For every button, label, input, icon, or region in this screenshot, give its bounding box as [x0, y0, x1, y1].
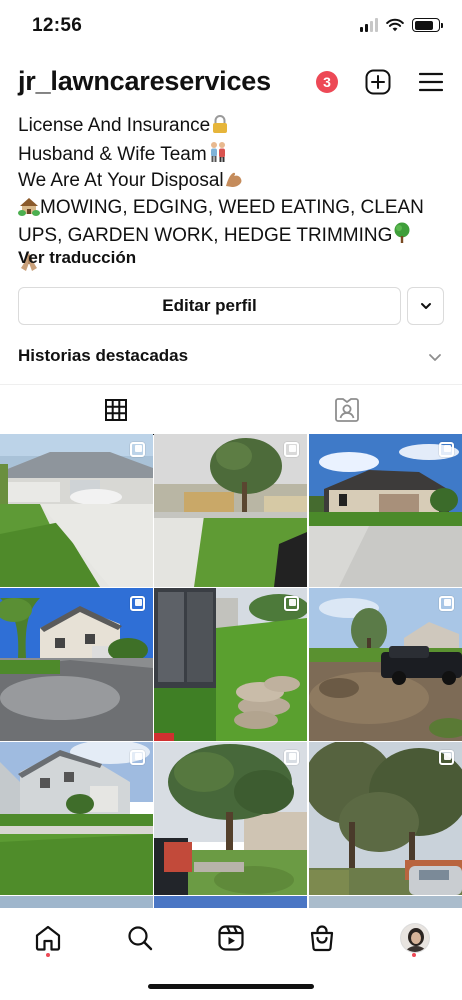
signal-icon [360, 18, 378, 32]
multiple-images-icon [130, 596, 145, 611]
nav-profile[interactable] [395, 918, 435, 958]
bio-line-license: License And Insurance [18, 115, 211, 136]
see-translation-link[interactable]: Ver traducción [18, 248, 136, 268]
profile-avatar [400, 923, 430, 953]
post-thumbnail[interactable] [0, 896, 153, 908]
profile-tabs [0, 384, 462, 435]
reels-icon [218, 925, 244, 951]
tagged-icon [334, 398, 359, 422]
post-thumbnail[interactable] [0, 434, 153, 587]
multiple-images-icon [284, 442, 299, 457]
status-time: 12:56 [32, 15, 83, 36]
multiple-images-icon [130, 442, 145, 457]
tab-tagged[interactable] [231, 385, 462, 435]
post-thumbnail[interactable] [154, 588, 307, 741]
post-thumbnail[interactable] [154, 434, 307, 587]
bio-line-services-1: MOWING, EDGING, WEED EATING, CLEAN [40, 196, 424, 218]
post-thumbnail[interactable] [0, 742, 153, 895]
house-garden-icon [18, 196, 40, 223]
shop-icon [310, 925, 334, 952]
bio-line-team: Husband & Wife Team [18, 143, 207, 165]
flexed-arm-icon [224, 169, 246, 196]
home-indicator [148, 984, 314, 989]
chevron-down-icon [429, 354, 441, 361]
suggested-accounts-button[interactable] [407, 287, 444, 325]
posts-grid [0, 434, 462, 908]
story-highlights-title[interactable]: Historias destacadas [18, 346, 188, 366]
nav-search[interactable] [120, 918, 160, 958]
highlights-toggle[interactable] [428, 349, 442, 367]
bio-line-disposal: We Are At Your Disposal [18, 170, 224, 191]
grid-icon [104, 398, 127, 421]
multiple-images-icon [284, 596, 299, 611]
post-thumbnail[interactable] [309, 588, 462, 741]
post-thumbnail[interactable] [309, 742, 462, 895]
nav-home[interactable] [28, 918, 68, 958]
battery-icon [412, 18, 443, 32]
home-activity-dot [46, 953, 50, 957]
status-icons [360, 18, 443, 32]
menu-icon [419, 72, 443, 92]
multiple-images-icon [439, 596, 454, 611]
multiple-images-icon [130, 750, 145, 765]
multiple-images-icon [439, 442, 454, 457]
menu-button[interactable] [417, 68, 445, 96]
couple-icon [207, 141, 229, 170]
create-post-button[interactable] [364, 68, 392, 96]
multiple-images-icon [439, 750, 454, 765]
tab-posts-grid[interactable] [0, 385, 231, 435]
lock-icon [210, 114, 230, 141]
profile-header: jr_lawncareservices [0, 60, 462, 108]
wifi-icon [386, 18, 404, 32]
nav-reels[interactable] [211, 918, 251, 958]
username[interactable]: jr_lawncareservices [18, 66, 271, 97]
profile-activity-dot [412, 953, 416, 957]
nav-shop[interactable] [302, 918, 342, 958]
multiple-images-icon [284, 750, 299, 765]
chevron-down-icon [420, 303, 431, 309]
post-thumbnail[interactable] [309, 896, 462, 908]
post-thumbnail[interactable] [0, 588, 153, 741]
post-thumbnail[interactable] [154, 742, 307, 895]
search-icon [128, 926, 153, 951]
notification-badge[interactable]: 3 [316, 71, 338, 93]
edit-profile-button[interactable]: Editar perfil [18, 287, 401, 325]
post-thumbnail[interactable] [309, 434, 462, 587]
home-icon [35, 925, 61, 951]
post-thumbnail[interactable] [154, 896, 307, 908]
plus-square-icon [365, 69, 391, 95]
tree-icon [392, 222, 412, 251]
bio-line-services-2: UPS, GARDEN WORK, HEDGE TRIMMING [18, 225, 393, 246]
status-bar: 12:56 [0, 0, 462, 56]
